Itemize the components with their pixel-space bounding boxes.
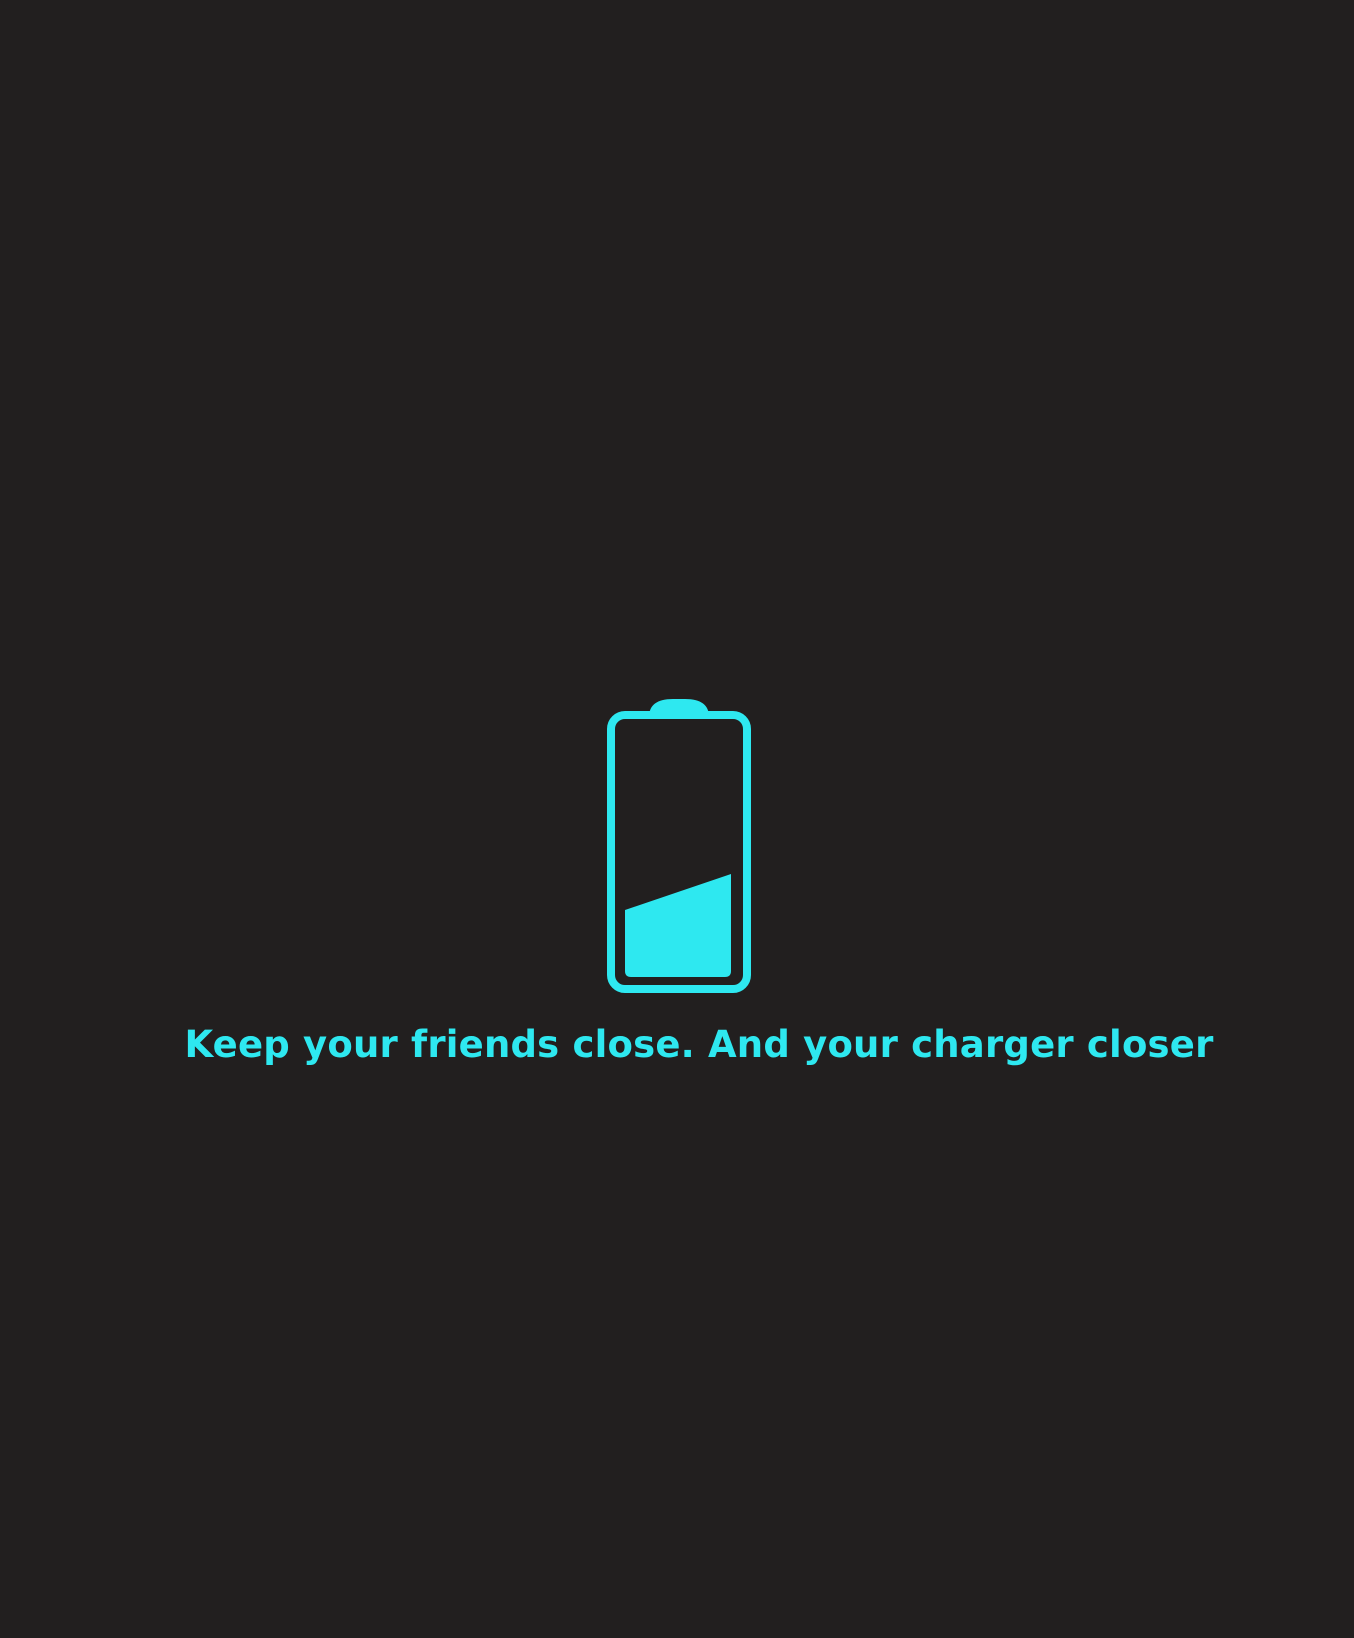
battery-low-icon	[605, 695, 753, 995]
battery-graphic	[607, 699, 751, 993]
battery-charge-fill	[625, 874, 731, 977]
lock-screen: Keep your friends close. And your charge…	[0, 0, 1354, 1638]
tagline-text: Keep your friends close. And your charge…	[184, 1023, 1214, 1066]
